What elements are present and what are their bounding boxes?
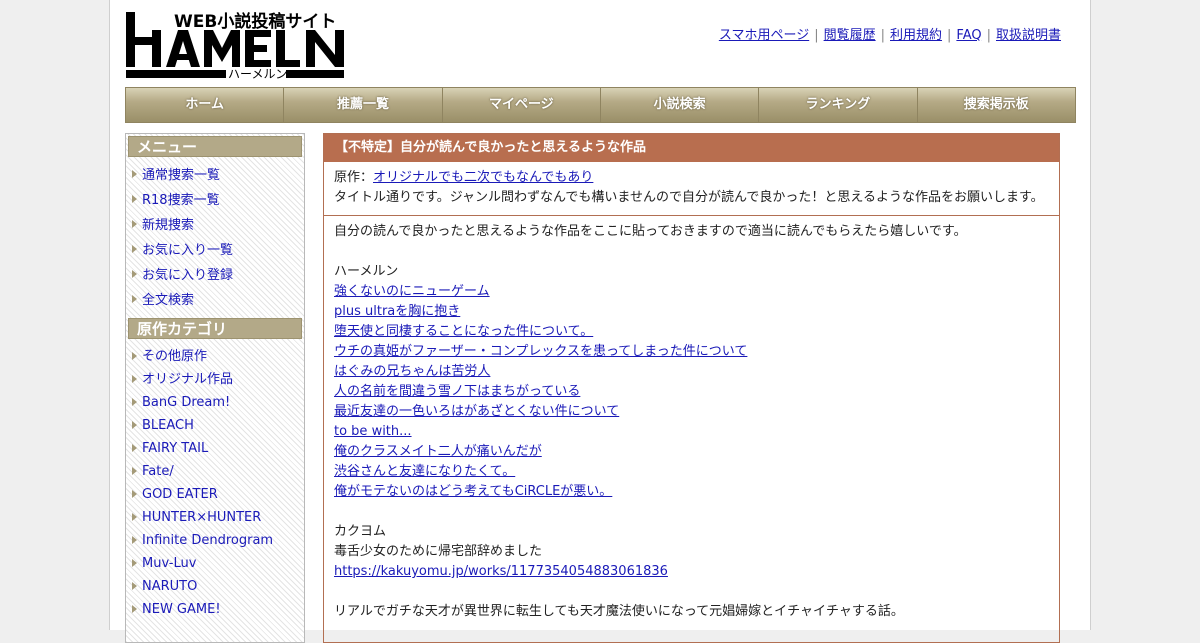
work-link[interactable]: 俺がモテないのはどう考えてもCiRCLEが悪い。 (334, 484, 612, 499)
sidebar-item-add-favorite[interactable]: お気に入り登録 (142, 268, 233, 283)
category-link[interactable]: その他原作 (142, 349, 207, 364)
category-link[interactable]: GOD EATER (142, 487, 218, 502)
list-item: https://kakuyomu.jp/works/11773540548830… (334, 562, 1049, 582)
sidebar-item-favorites[interactable]: お気に入り一覧 (142, 243, 233, 258)
sidebar-item-normal-search[interactable]: 通常捜索一覧 (142, 168, 220, 183)
sidebar: メニュー 通常捜索一覧 R18捜索一覧 新規捜索 お気に入り一覧 お気に入り登録… (125, 133, 305, 643)
list-item: お気に入り一覧 (128, 238, 302, 263)
list-item: 俺のクラスメイト二人が痛いんだが (334, 442, 1049, 462)
list-item: はぐみの兄ちゃんは苦労人 (334, 362, 1049, 382)
category-link[interactable]: NEW GAME! (142, 602, 221, 617)
main-nav: ホーム 推薦一覧 マイページ 小説検索 ランキング 捜索掲示板 (125, 87, 1076, 123)
sidebar-menu-list: 通常捜索一覧 R18捜索一覧 新規捜索 お気に入り一覧 お気に入り登録 全文検索 (128, 163, 302, 313)
source-line: 原作：オリジナルでも二次でもなんでもあり (334, 168, 1049, 188)
list-item: お気に入り登録 (128, 263, 302, 288)
smartphone-page-link[interactable]: スマホ用ページ (719, 28, 809, 43)
work-link[interactable]: 堕天使と同棲することになった件について。 (334, 324, 593, 339)
sidebar-item-new-search[interactable]: 新規捜索 (142, 218, 194, 233)
category-link[interactable]: FAIRY TAIL (142, 441, 208, 456)
category-link[interactable]: BanG Dream! (142, 395, 230, 410)
terms-link[interactable]: 利用規約 (890, 28, 942, 43)
work-link[interactable]: はぐみの兄ちゃんは苦労人 (334, 364, 490, 379)
category-link[interactable]: NARUTO (142, 579, 197, 594)
work-link[interactable]: plus ultraを胸に抱き (334, 304, 460, 319)
list-item: FAIRY TAIL (128, 437, 302, 460)
work-link[interactable]: 渋谷さんと友達になりたくて。 (334, 464, 515, 479)
sidebar-category-title: 原作カテゴリ (128, 318, 302, 339)
list-item: HUNTER×HUNTER (128, 506, 302, 529)
source-label: 原作： (334, 170, 374, 185)
work-link[interactable]: to be with... (334, 424, 412, 439)
list-item: 新規捜索 (128, 213, 302, 238)
request-info: 原作：オリジナルでも二次でもなんでもあり タイトル通りです。ジャンル問わずなんで… (324, 162, 1059, 216)
section-label-hameln: ハーメルン (334, 264, 399, 279)
nav-novel-search[interactable]: 小説検索 (600, 88, 760, 122)
section-label-kakuyomu: カクヨム (334, 524, 387, 539)
nav-mypage[interactable]: マイページ (442, 88, 601, 122)
category-link[interactable]: Muv-Luv (142, 556, 196, 571)
list-item: オリジナル作品 (128, 368, 302, 391)
list-item: NARUTO (128, 575, 302, 598)
manual-link[interactable]: 取扱説明書 (996, 28, 1061, 43)
hameln-logo[interactable]: WEB小説投稿サイト ハーメルン (126, 10, 348, 80)
list-item: NEW GAME! (128, 598, 302, 621)
list-item: 全文検索 (128, 288, 302, 313)
list-item: BanG Dream! (128, 391, 302, 414)
logo-tagline: WEB小説投稿サイト (174, 11, 336, 32)
sidebar-item-fulltext-search[interactable]: 全文検索 (142, 293, 194, 308)
list-item: GOD EATER (128, 483, 302, 506)
list-item: ウチの真姫がファーザー・コンプレックスを患ってしまった件について (334, 342, 1049, 362)
work-link[interactable]: ウチの真姫がファーザー・コンプレックスを患ってしまった件について (334, 344, 747, 359)
list-item: その他原作 (128, 345, 302, 368)
header-links: スマホ用ページ | 閲覧履歴 | 利用規約 | FAQ | 取扱説明書 (718, 28, 1061, 43)
faq-link[interactable]: FAQ (956, 28, 981, 43)
list-item: 通常捜索一覧 (128, 163, 302, 188)
work-link[interactable]: 俺のクラスメイト二人が痛いんだが (334, 444, 542, 459)
history-link[interactable]: 閲覧履歴 (824, 28, 876, 43)
list-item: 人の名前を間違う雪ノ下はまちがっている (334, 382, 1049, 402)
list-item: 強くないのにニューゲーム (334, 282, 1049, 302)
page-container: WEB小説投稿サイト ハーメルン スマホ用ページ | 閲覧履歴 | 利用規約 | FAQ | 取… (109, 0, 1091, 643)
request-summary: タイトル通りです。ジャンル問わずなんでも構いませんので自分が読んで良かった！と思… (334, 190, 1044, 205)
nav-recommendations[interactable]: 推薦一覧 (284, 88, 443, 122)
nav-home[interactable]: ホーム (126, 88, 285, 122)
list-item: 最近友達の一色いろはがあざとくない件について (334, 402, 1049, 422)
category-link[interactable]: Fate/ (142, 464, 174, 479)
work-description: リアルでガチな天才が異世界に転生しても天才魔法使いになって元娼婦嫁とイチャイチャ… (334, 604, 904, 619)
list-item: Muv-Luv (128, 552, 302, 575)
sidebar-item-r18-search[interactable]: R18捜索一覧 (142, 193, 220, 208)
work-link[interactable]: 人の名前を間違う雪ノ下はまちがっている (334, 384, 580, 399)
sidebar-category-list: その他原作 オリジナル作品 BanG Dream! BLEACH FAIRY T… (128, 345, 302, 621)
intro-text: 自分の読んで良かったと思えるような作品をここに貼っておきますので適当に読んでもら… (334, 224, 967, 239)
logo-kana: ハーメルン (228, 67, 287, 80)
work-link[interactable]: 強くないのにニューゲーム (334, 284, 490, 299)
page-title: 【不特定】自分が読んで良かったと思えるような作品 (324, 134, 1059, 162)
nav-ranking[interactable]: ランキング (759, 88, 918, 122)
category-link[interactable]: BLEACH (142, 418, 194, 433)
kakuyomu-work-title: 毒舌少女のために帰宅部辞めました (334, 544, 543, 559)
source-link[interactable]: オリジナルでも二次でもなんでもあり (373, 170, 593, 185)
list-item: R18捜索一覧 (128, 188, 302, 213)
list-item: 渋谷さんと友達になりたくて。 (334, 462, 1049, 482)
list-item: to be with... (334, 422, 1049, 442)
work-link[interactable]: 最近友達の一色いろはがあざとくない件について (334, 404, 619, 419)
list-item: Infinite Dendrogram (128, 529, 302, 552)
category-link[interactable]: Infinite Dendrogram (142, 533, 273, 548)
list-item: plus ultraを胸に抱き (334, 302, 1049, 322)
nav-search-board[interactable]: 捜索掲示板 (917, 88, 1075, 122)
list-item: 堕天使と同棲することになった件について。 (334, 322, 1049, 342)
category-link[interactable]: オリジナル作品 (142, 372, 233, 387)
list-item: 俺がモテないのはどう考えてもCiRCLEが悪い。 (334, 482, 1049, 502)
list-item: Fate/ (128, 460, 302, 483)
sidebar-menu-title: メニュー (128, 136, 302, 157)
request-body: 自分の読んで良かったと思えるような作品をここに貼っておきますので適当に読んでもら… (324, 216, 1059, 628)
kakuyomu-work-url[interactable]: https://kakuyomu.jp/works/11773540548830… (334, 564, 668, 579)
category-link[interactable]: HUNTER×HUNTER (142, 510, 261, 525)
list-item: BLEACH (128, 414, 302, 437)
search-request-panel: 【不特定】自分が読んで良かったと思えるような作品 原作：オリジナルでも二次でもな… (323, 133, 1060, 643)
